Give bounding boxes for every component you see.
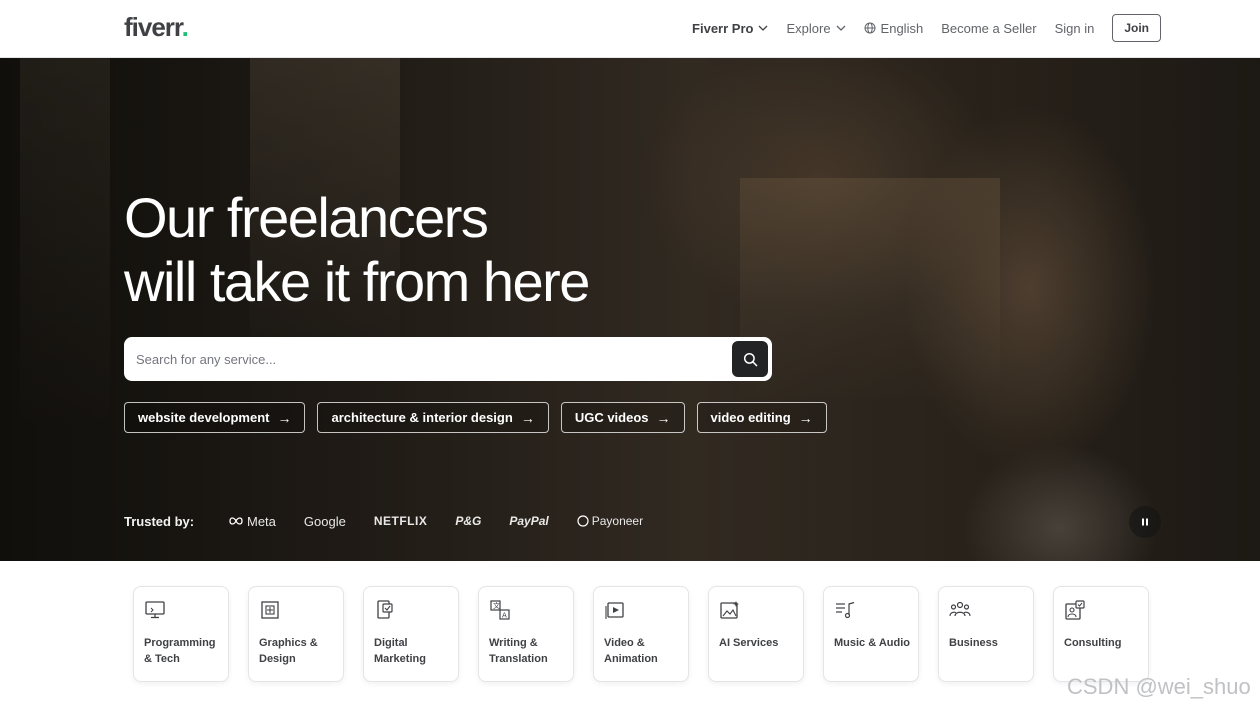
nav-language-label: English	[880, 20, 924, 36]
nav-become-seller-label: Become a Seller	[941, 20, 1037, 36]
logo-dot: .	[181, 12, 189, 42]
category-label: Video & Animation	[604, 637, 658, 665]
translation-icon: 文A	[490, 600, 510, 620]
arrow-right-icon: →	[798, 409, 813, 426]
chip-label: UGC videos	[574, 410, 649, 425]
hero-title: Our freelancers will take it from here	[124, 186, 590, 314]
category-label: Writing & Translation	[489, 637, 548, 665]
video-icon	[605, 602, 624, 619]
category-label: Music & Audio	[834, 637, 910, 649]
category-consulting[interactable]: Consulting	[1053, 586, 1149, 682]
nav-become-seller[interactable]: Become a Seller	[941, 21, 1036, 36]
payoneer-circle-icon	[577, 515, 589, 527]
nav-language[interactable]: English	[864, 20, 924, 36]
join-button[interactable]: Join	[1112, 14, 1161, 42]
trusted-by: Trusted by: Meta Google NETFLIX P&G PayP…	[124, 507, 643, 535]
category-video-animation[interactable]: Video & Animation	[593, 586, 689, 682]
nav-sign-in[interactable]: Sign in	[1055, 21, 1095, 36]
nav-explore[interactable]: Explore	[786, 20, 846, 36]
search-button[interactable]	[732, 341, 768, 377]
globe-icon	[864, 22, 876, 34]
brand-logos: Meta Google NETFLIX P&G PayPal Payoneer	[228, 514, 643, 529]
meta-infinity-icon	[229, 517, 243, 525]
svg-text:A: A	[502, 612, 507, 620]
ai-icon	[720, 601, 740, 619]
category-label: Graphics & Design	[259, 637, 318, 665]
hero-title-line1: Our freelancers	[124, 186, 489, 249]
payoneer-logo: Payoneer	[577, 514, 643, 528]
music-icon	[836, 601, 855, 619]
payoneer-logo-text: Payoneer	[591, 514, 644, 528]
trusted-by-label: Trusted by:	[124, 513, 195, 529]
pg-logo: P&G	[455, 514, 482, 528]
logo-text: fiverr	[124, 12, 183, 42]
category-digital-marketing[interactable]: Digital Marketing	[363, 586, 459, 682]
hero-title-line2: will take it from here	[124, 250, 590, 313]
fiverr-logo[interactable]: fiverr.	[124, 12, 189, 43]
nav-fiverr-pro-label: Fiverr Pro	[692, 20, 754, 36]
chevron-down-icon	[759, 25, 768, 31]
category-graphics-design[interactable]: Graphics & Design	[248, 586, 344, 682]
category-label: Programming & Tech	[144, 637, 216, 665]
category-music-audio[interactable]: Music & Audio	[823, 586, 919, 682]
pause-icon	[1142, 518, 1148, 526]
nav-fiverr-pro[interactable]: Fiverr Pro	[692, 21, 768, 36]
popular-search-chips: website development → architecture & inte…	[124, 402, 827, 433]
category-cards: Programming & Tech Graphics & Design Dig…	[133, 586, 1149, 682]
nav-sign-in-label: Sign in	[1054, 20, 1095, 36]
netflix-logo: NETFLIX	[373, 514, 428, 528]
category-label: AI Services	[719, 637, 779, 649]
category-label: Digital Marketing	[374, 637, 426, 665]
top-header: fiverr. Fiverr Pro Explore English Becom…	[0, 0, 1260, 58]
header-nav: Fiverr Pro Explore English Become a Sell…	[692, 0, 1161, 56]
pause-video-button[interactable]	[1129, 506, 1161, 538]
category-programming-tech[interactable]: Programming & Tech	[133, 586, 229, 682]
chip-website-development[interactable]: website development →	[124, 402, 306, 433]
chip-ugc-videos[interactable]: UGC videos →	[560, 402, 685, 433]
arrow-right-icon: →	[520, 409, 535, 426]
meta-logo-text: Meta	[247, 513, 276, 529]
nav-explore-label: Explore	[786, 20, 831, 36]
chip-video-editing[interactable]: video editing →	[696, 402, 827, 433]
search-input[interactable]	[136, 337, 726, 381]
chip-label: website development	[138, 410, 270, 425]
category-writing-translation[interactable]: 文A Writing & Translation	[478, 586, 574, 682]
consulting-icon	[1065, 600, 1085, 620]
meta-logo: Meta	[228, 514, 276, 529]
watermark-text: CSDN @wei_shuo	[1067, 674, 1251, 699]
chip-label: video editing	[710, 410, 791, 425]
people-icon	[949, 601, 971, 617]
monitor-icon	[145, 601, 165, 619]
search-bar	[124, 337, 772, 381]
search-icon	[743, 352, 757, 366]
chip-architecture-interior-design[interactable]: architecture & interior design →	[317, 402, 549, 433]
chip-label: architecture & interior design	[331, 410, 513, 425]
paypal-logo: PayPal	[509, 514, 549, 528]
hero-section: Our freelancers will take it from here w…	[0, 58, 1260, 561]
marketing-icon	[377, 600, 393, 619]
category-label: Consulting	[1064, 637, 1122, 649]
category-label: Business	[949, 637, 998, 649]
chevron-down-icon	[836, 25, 846, 31]
google-logo: Google	[303, 513, 346, 529]
category-ai-services[interactable]: AI Services	[708, 586, 804, 682]
category-business[interactable]: Business	[938, 586, 1034, 682]
arrow-right-icon: →	[656, 409, 671, 426]
svg-text:文: 文	[493, 601, 500, 610]
arrow-right-icon: →	[277, 409, 292, 426]
design-icon	[261, 601, 279, 619]
